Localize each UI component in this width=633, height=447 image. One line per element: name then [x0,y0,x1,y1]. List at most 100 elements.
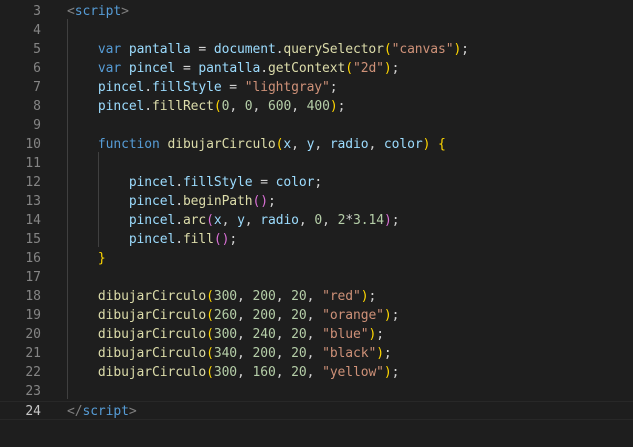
line-number: 13 [25,194,41,209]
code-editor[interactable]: 3 <script> 4 5 var pantalla = document.quer… [0,0,633,447]
code-token: * [345,213,354,228]
code-token: ; [267,194,276,209]
code-token: 3.14 [353,213,384,228]
code-token: 400 [306,99,330,114]
line-number: 3 [33,4,41,19]
code-text: <script> [67,2,129,21]
code-token: 340 [213,346,238,361]
code-line[interactable]: 10 function dibujarCirculo(x, y, radio, … [0,135,633,154]
code-token: . [144,99,153,114]
code-line[interactable]: 3 <script> [0,2,633,21]
code-line[interactable]: 5 var pantalla = document.querySelector(… [0,40,633,59]
code-token: ( [213,99,222,114]
code-token: , [275,289,292,304]
line-number: 15 [25,232,41,247]
code-token: </ [67,404,83,419]
code-text: var pantalla = document.querySelector("c… [67,40,469,59]
line-number: 23 [25,384,41,399]
code-line[interactable]: 4 [0,21,633,40]
line-number: 19 [25,308,41,323]
code-token: pincel [128,175,176,190]
code-token: arc [182,213,207,228]
code-token: 300 [213,365,238,380]
code-token: "lightgray" [244,80,330,95]
code-token: 300 [213,289,238,304]
code-token: } [97,251,106,266]
code-token: ( [206,365,214,380]
code-token: pincel [128,61,176,76]
code-line[interactable]: 7 pincel.fillStyle = "lightgray"; [0,78,633,97]
code-token: ( [383,42,392,57]
code-token: 240 [252,327,276,342]
code-token: . [175,175,183,190]
code-token: 20 [291,365,307,380]
code-line[interactable]: 16 } [0,249,633,268]
code-line[interactable]: 17 [0,268,633,287]
code-line[interactable]: 12 pincel.fillStyle = color; [0,173,633,192]
code-token: 300 [213,327,238,342]
code-token: radio [329,137,369,152]
code-text: pincel.arc(x, y, radio, 0, 2*3.14); [67,211,400,230]
line-number: 18 [25,289,41,304]
code-line[interactable]: 9 [0,116,633,135]
code-token: dibujarCirculo [97,327,207,342]
code-token: ( [206,308,214,323]
code-line[interactable]: 19 dibujarCirculo(260, 200, 20, "orange"… [0,306,633,325]
code-token: ; [329,80,338,95]
code-token: x [213,213,222,228]
code-token: radio [260,213,299,228]
code-line[interactable]: 24 </script> [0,401,633,420]
code-token: , [291,99,307,114]
code-token: "red" [322,289,361,304]
code-token: var [97,61,122,76]
line-number: 8 [33,99,41,114]
code-text: dibujarCirculo(300, 240, 20, "blue"); [67,325,384,344]
code-token: ; [368,289,377,304]
code-token: , [306,308,323,323]
code-token: , [221,213,238,228]
code-line[interactable]: 23 [0,382,633,401]
code-text: dibujarCirculo(340, 200, 20, "black"); [67,344,392,363]
code-token: var [97,42,122,57]
code-line[interactable]: 6 var pincel = pantalla.getContext("2d")… [0,59,633,78]
code-token: = [190,42,214,57]
code-token: ( [345,61,353,76]
code-line[interactable]: 13 pincel.beginPath(); [0,192,633,211]
line-number: 4 [33,23,41,38]
code-text: pincel.fill(); [67,230,237,249]
code-line[interactable]: 8 pincel.fillRect(0, 0, 600, 400); [0,97,633,116]
code-token: , [237,308,253,323]
code-token: "black" [322,346,377,361]
code-line[interactable]: 22 dibujarCirculo(300, 160, 20, "yellow"… [0,363,633,382]
code-line[interactable]: 15 pincel.fill(); [0,230,633,249]
code-token: beginPath [182,194,253,209]
code-token: pincel [128,213,176,228]
code-token: ; [461,42,469,57]
code-token: 160 [252,365,276,380]
code-token: ; [391,308,400,323]
code-token: script [82,404,129,419]
code-token: fillStyle [182,175,253,190]
code-text: dibujarCirculo(300, 160, 20, "yellow"); [67,363,400,382]
code-token: () [213,232,230,247]
code-token: , [252,99,268,114]
code-line[interactable]: 20 dibujarCirculo(300, 240, 20, "blue"); [0,325,633,344]
code-line[interactable]: 21 dibujarCirculo(340, 200, 20, "black")… [0,344,633,363]
code-token: = [221,80,245,95]
code-token: ) [376,346,384,361]
code-text: dibujarCirculo(260, 200, 20, "orange"); [67,306,400,325]
code-line[interactable]: 18 dibujarCirculo(300, 200, 20, "red"); [0,287,633,306]
line-number: 10 [25,137,41,152]
code-line[interactable]: 14 pincel.arc(x, y, radio, 0, 2*3.14); [0,211,633,230]
code-token: , [244,213,261,228]
code-line[interactable]: 11 [0,154,633,173]
